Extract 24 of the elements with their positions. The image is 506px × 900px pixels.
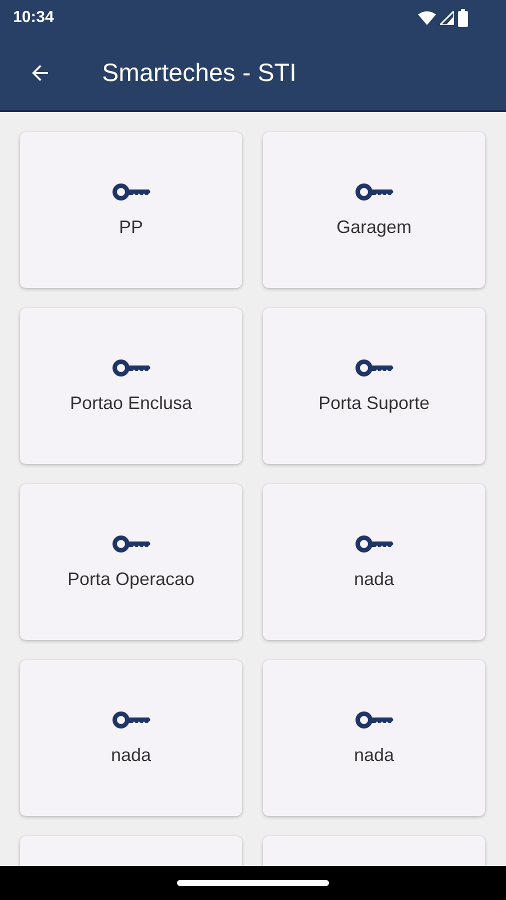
key-icon: [111, 709, 151, 731]
key-tile[interactable]: PP: [20, 132, 242, 288]
signal-icon: [440, 11, 454, 25]
app-title: Smarteches - STI: [102, 58, 296, 88]
key-tile[interactable]: Garagem: [263, 132, 485, 288]
key-tile[interactable]: nada: [263, 484, 485, 640]
key-tile[interactable]: nada: [263, 660, 485, 816]
key-tile[interactable]: [263, 836, 485, 866]
wifi-icon: [418, 11, 436, 25]
home-handle[interactable]: [177, 880, 329, 886]
key-tile[interactable]: nada: [20, 660, 242, 816]
key-icon: [111, 181, 151, 203]
key-tile[interactable]: Portao Enclusa: [20, 308, 242, 464]
key-icon: [354, 533, 394, 555]
key-icon: [111, 357, 151, 379]
key-icon: [111, 533, 151, 555]
key-tile[interactable]: Porta Suporte: [263, 308, 485, 464]
battery-icon: [458, 9, 468, 27]
status-time: 10:34: [13, 9, 54, 27]
key-tile[interactable]: [20, 836, 242, 866]
key-tile[interactable]: Porta Operacao: [20, 484, 242, 640]
key-icon: [354, 709, 394, 731]
key-icon: [354, 181, 394, 203]
key-icon: [354, 357, 394, 379]
